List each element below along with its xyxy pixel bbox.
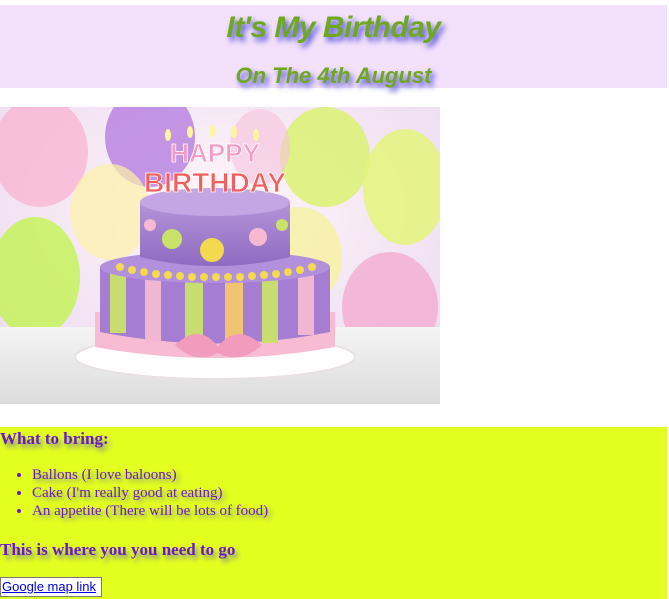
list-item: Cake (I'm really good at eating) xyxy=(32,484,268,502)
what-to-bring-heading: What to bring: xyxy=(0,429,109,448)
page-subtitle: On The 4th August xyxy=(235,63,432,88)
google-map-link-button[interactable]: Google map link xyxy=(0,577,102,597)
location-heading: This is where you you need to go xyxy=(0,540,236,559)
bring-list: Ballons (I love baloons) Cake (I'm reall… xyxy=(0,466,268,520)
header-banner: It's My Birthday On The 4th August xyxy=(0,5,667,88)
birthday-cake-image: HAPPY BIRTHDAY xyxy=(0,107,440,404)
list-item: Ballons (I love baloons) xyxy=(32,466,268,484)
list-item: An appetite (There will be lots of food) xyxy=(32,502,268,520)
svg-text:BIRTHDAY: BIRTHDAY xyxy=(144,167,286,198)
svg-text:HAPPY: HAPPY xyxy=(170,138,260,168)
info-panel: What to bring: Ballons (I love baloons) … xyxy=(0,427,667,599)
page-title: It's My Birthday xyxy=(226,11,441,44)
